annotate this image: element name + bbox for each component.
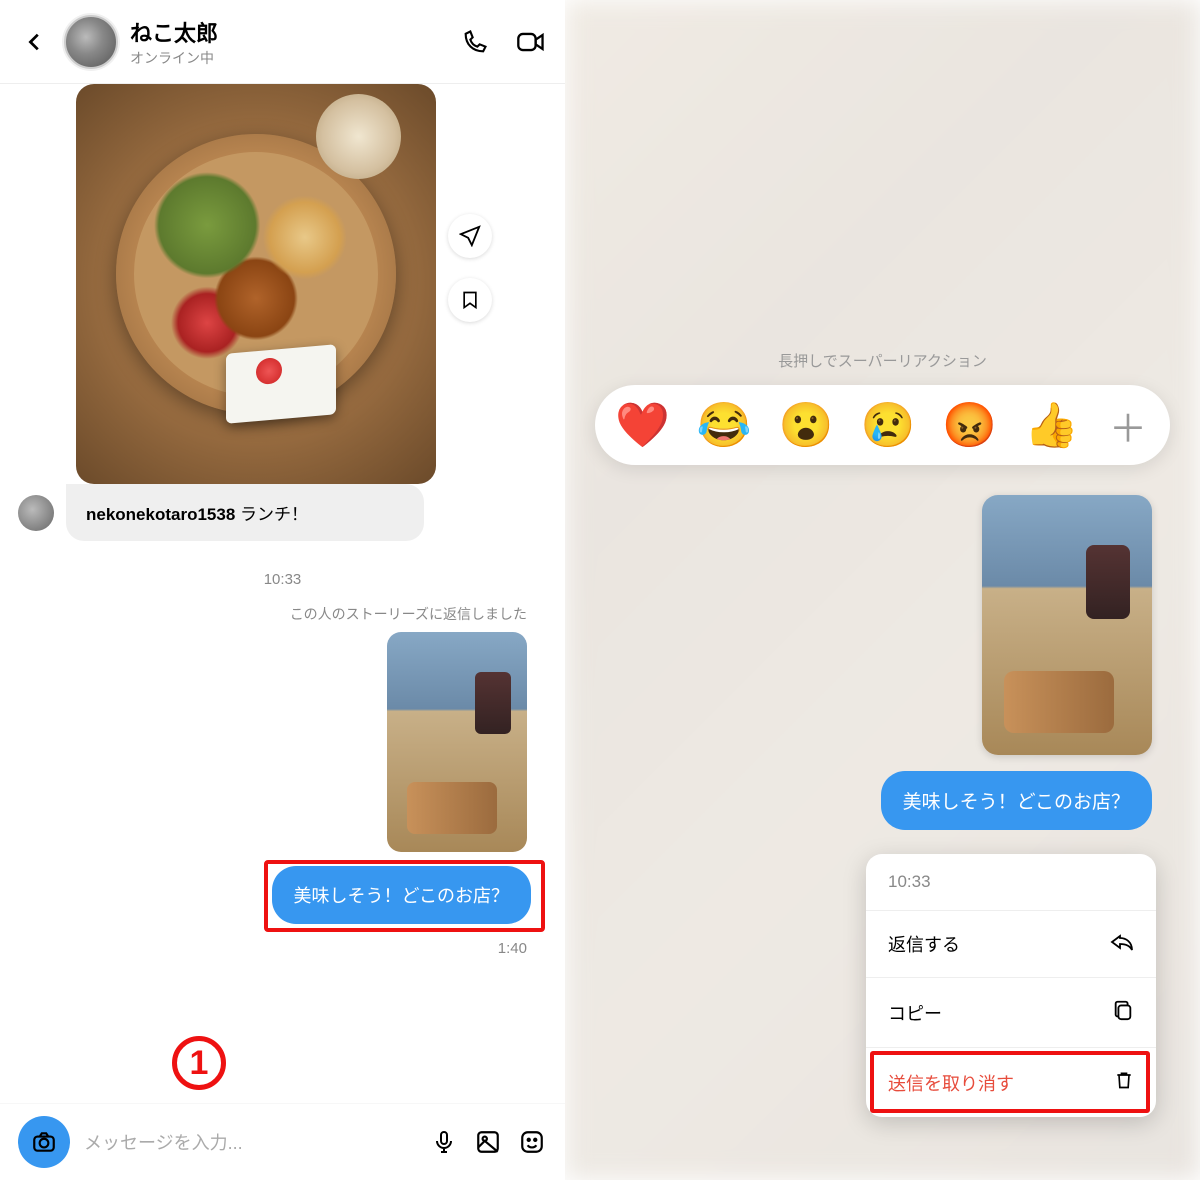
step-badge-1: 1 — [172, 1036, 226, 1090]
story-photo — [76, 84, 436, 484]
message-input[interactable]: メッセージを入力... — [84, 1129, 415, 1155]
contact-avatar[interactable] — [64, 15, 118, 69]
story-reply-thumbnail[interactable] — [387, 632, 527, 852]
sticker-button[interactable] — [517, 1127, 547, 1157]
caption-username: nekonekotaro1538 — [86, 505, 235, 524]
sent-message-wrap: 美味しそう！どこのお店？ — [272, 866, 531, 924]
story-reply-label: この人のストーリーズに返信しました — [18, 604, 547, 624]
shared-story-card[interactable] — [76, 84, 436, 484]
contact-info[interactable]: ねこ太郎 オンライン中 — [130, 16, 447, 68]
reaction-angry[interactable]: 😡 — [942, 399, 997, 451]
reaction-thumbsup[interactable]: 👍 — [1024, 399, 1079, 451]
sender-avatar-small[interactable] — [18, 495, 54, 531]
contact-status: オンライン中 — [130, 48, 447, 68]
reaction-wow[interactable]: 😮 — [779, 399, 834, 451]
camera-button[interactable] — [18, 1116, 70, 1168]
reaction-add-button[interactable]: ＋ — [1106, 403, 1150, 447]
reaction-cry[interactable]: 😢 — [860, 399, 915, 451]
message-list[interactable]: nekonekotaro1538 ランチ！ 10:33 この人のストーリーズに返… — [0, 84, 565, 1103]
reaction-bar: ❤️ 😂 😮 😢 😡 👍 ＋ — [595, 385, 1170, 465]
sent-message-bubble-right[interactable]: 美味しそう！どこのお店？ — [881, 771, 1152, 830]
reaction-laugh[interactable]: 😂 — [697, 399, 752, 451]
video-call-button[interactable] — [515, 26, 547, 58]
chat-screen-right: 長押しでスーパーリアクション ❤️ 😂 😮 😢 😡 👍 ＋ 美味しそう！どこのお… — [565, 0, 1200, 1180]
sent-message-bubble[interactable]: 美味しそう！どこのお店？ — [272, 866, 531, 924]
timestamp-2: 1:40 — [18, 940, 527, 957]
trash-icon — [1114, 1068, 1134, 1097]
story-caption-bubble[interactable]: nekonekotaro1538 ランチ！ — [66, 484, 424, 541]
menu-unsend-label: 送信を取り消す — [888, 1070, 1014, 1096]
message-input-bar: メッセージを入力... — [0, 1103, 565, 1180]
chat-screen-left: ねこ太郎 オンライン中 — [0, 0, 565, 1180]
mic-button[interactable] — [429, 1127, 459, 1157]
save-button[interactable] — [448, 278, 492, 322]
message-context-menu: 10:33 返信する コピー 送信を取り消す — [866, 854, 1156, 1117]
reaction-hint: 長押しでスーパーリアクション — [565, 350, 1200, 371]
chat-header: ねこ太郎 オンライン中 — [0, 0, 565, 84]
menu-reply[interactable]: 返信する — [866, 910, 1156, 977]
menu-copy-label: コピー — [888, 1000, 942, 1026]
contact-name: ねこ太郎 — [130, 16, 447, 48]
menu-reply-label: 返信する — [888, 931, 960, 957]
reply-icon — [1110, 932, 1134, 957]
menu-copy[interactable]: コピー — [866, 977, 1156, 1047]
timestamp: 10:33 — [18, 571, 547, 588]
story-caption-row: nekonekotaro1538 ランチ！ — [18, 484, 547, 541]
menu-timestamp: 10:33 — [866, 854, 1156, 910]
story-reply-thumbnail-right[interactable] — [982, 495, 1152, 755]
menu-unsend[interactable]: 送信を取り消す — [866, 1047, 1156, 1117]
back-button[interactable] — [18, 25, 52, 59]
copy-icon — [1112, 998, 1134, 1027]
caption-text: ランチ！ — [235, 505, 308, 524]
reaction-heart[interactable]: ❤️ — [615, 399, 670, 451]
share-button[interactable] — [448, 214, 492, 258]
voice-call-button[interactable] — [459, 26, 491, 58]
gallery-button[interactable] — [473, 1127, 503, 1157]
